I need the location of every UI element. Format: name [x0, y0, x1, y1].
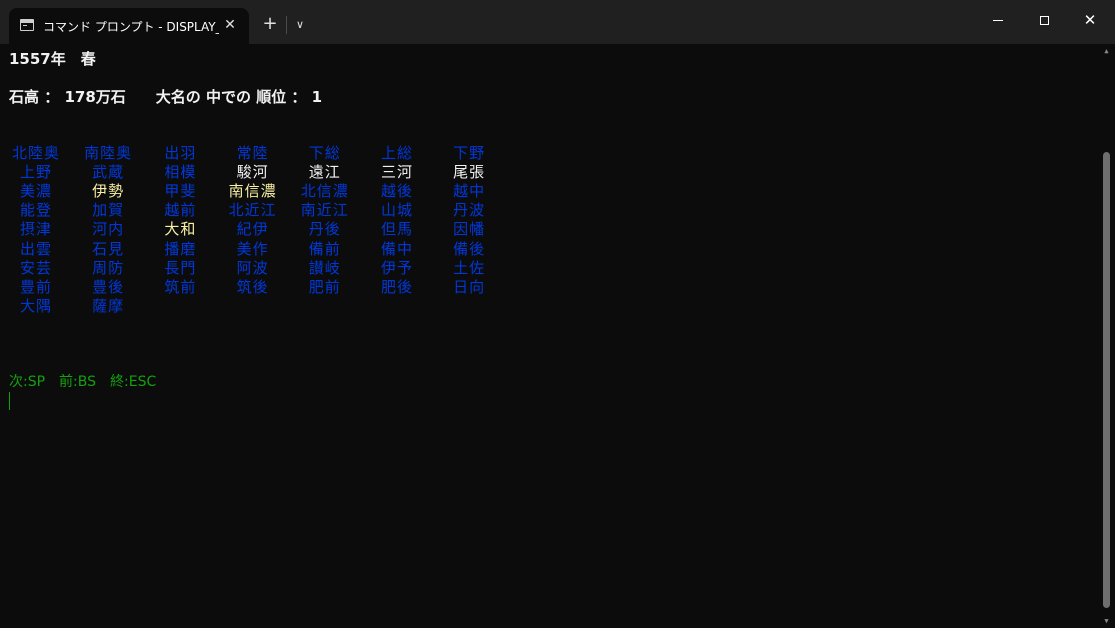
province-cell: 北近江: [228, 201, 277, 220]
province-cell: 日向: [453, 277, 486, 296]
minimize-icon: [993, 19, 1003, 21]
minimize-button[interactable]: [975, 0, 1021, 40]
title-bar: コマンド プロンプト - DISPLAY_TUR ✕ + ∨ ✕: [0, 0, 1115, 44]
province-cell: 播磨: [164, 239, 197, 258]
province-cell: 豊後: [92, 277, 125, 296]
chevron-down-icon[interactable]: ∨: [290, 13, 310, 37]
tab-title: コマンド プロンプト - DISPLAY_TUR: [43, 20, 219, 34]
province-cell: 北信濃: [300, 182, 349, 201]
province-cell: 南近江: [300, 201, 349, 220]
maximize-icon: [1039, 15, 1049, 25]
new-tab-button[interactable]: +: [258, 13, 282, 37]
province-cell: 備中: [380, 239, 413, 258]
province-cell: 但馬: [380, 220, 413, 239]
terminal-tab[interactable]: コマンド プロンプト - DISPLAY_TUR ✕: [9, 8, 249, 44]
province-cell: 能登: [19, 201, 52, 220]
province-cell: 北陸奥: [11, 144, 60, 162]
province-cell: 肥前: [308, 277, 341, 296]
province-cell: 摂津: [19, 220, 52, 239]
province-cell: 薩摩: [92, 296, 125, 315]
scroll-up-icon[interactable]: ▲: [1098, 44, 1115, 58]
close-icon: ✕: [1083, 10, 1097, 29]
province-cell: 阿波: [236, 258, 269, 277]
scrollbar[interactable]: ▲ ▼: [1098, 44, 1115, 628]
province-cell: 美作: [236, 239, 269, 258]
province-cell: 南陸奥: [84, 144, 133, 162]
province-cell: 武蔵: [92, 163, 125, 182]
tab-divider: [286, 16, 287, 34]
province-cell: 尾張: [453, 163, 486, 182]
province-cell: 三河: [380, 163, 413, 182]
province-cell: 南信濃: [228, 182, 277, 201]
controls-hint: 次:SP 前:BS 終:ESC: [9, 374, 157, 390]
close-tab-icon[interactable]: ✕: [219, 14, 241, 36]
province-cell: 下野: [453, 144, 486, 162]
province-cell: 筑前: [164, 277, 197, 296]
province-cell: 出雲: [19, 239, 52, 258]
province-cell: 美濃: [19, 182, 52, 201]
status-line: 石高 ： 178万石 大名の 中での 順位 ： 1: [9, 88, 323, 106]
terminal-icon: [20, 19, 34, 31]
province-cell: 丹波: [453, 201, 486, 220]
province-cell: 下総: [308, 144, 341, 162]
province-cell: 河内: [92, 220, 125, 239]
province-cell: 上総: [380, 144, 413, 162]
province-cell: 丹後: [308, 220, 341, 239]
scroll-thumb[interactable]: [1103, 152, 1110, 608]
province-cell: 越前: [164, 201, 197, 220]
province-cell: 甲斐: [164, 182, 197, 201]
province-cell: 越中: [453, 182, 486, 201]
province-cell: 讃岐: [308, 258, 341, 277]
province-cell: 山城: [380, 201, 413, 220]
province-cell: 紀伊: [236, 220, 269, 239]
province-cell: 伊予: [380, 258, 413, 277]
province-cell: 豊前: [19, 277, 52, 296]
province-cell: 安芸: [19, 258, 52, 277]
province-cell: 備前: [308, 239, 341, 258]
province-cell: 遠江: [308, 163, 341, 182]
maximize-button[interactable]: [1021, 0, 1067, 40]
province-cell: 上野: [19, 163, 52, 182]
province-cell: 相模: [164, 163, 197, 182]
province-cell: 駿河: [236, 163, 269, 182]
date-line: 1557年 春: [9, 50, 96, 68]
province-cell: 越後: [380, 182, 413, 201]
province-cell: 大隅: [19, 296, 52, 315]
province-cell: 大和: [164, 220, 197, 239]
console-output[interactable]: 1557年 春 石高 ： 178万石 大名の 中での 順位 ： 1 北陸奥 南陸奥…: [0, 44, 1115, 628]
province-cell: 伊勢: [92, 182, 125, 201]
province-cell: 肥後: [380, 277, 413, 296]
province-cell: 備後: [453, 239, 486, 258]
province-cell: 石見: [92, 239, 125, 258]
province-cell: 加賀: [92, 201, 125, 220]
province-cell: 土佐: [453, 258, 486, 277]
province-cell: 常陸: [236, 144, 269, 162]
province-cell: 周防: [92, 258, 125, 277]
province-cell: 長門: [164, 258, 197, 277]
close-window-button[interactable]: ✕: [1067, 0, 1113, 40]
province-cell: 出羽: [164, 144, 197, 162]
scroll-down-icon[interactable]: ▼: [1098, 614, 1115, 628]
province-cell: 筑後: [236, 277, 269, 296]
text-cursor: [9, 392, 10, 410]
province-cell: 因幡: [453, 220, 486, 239]
